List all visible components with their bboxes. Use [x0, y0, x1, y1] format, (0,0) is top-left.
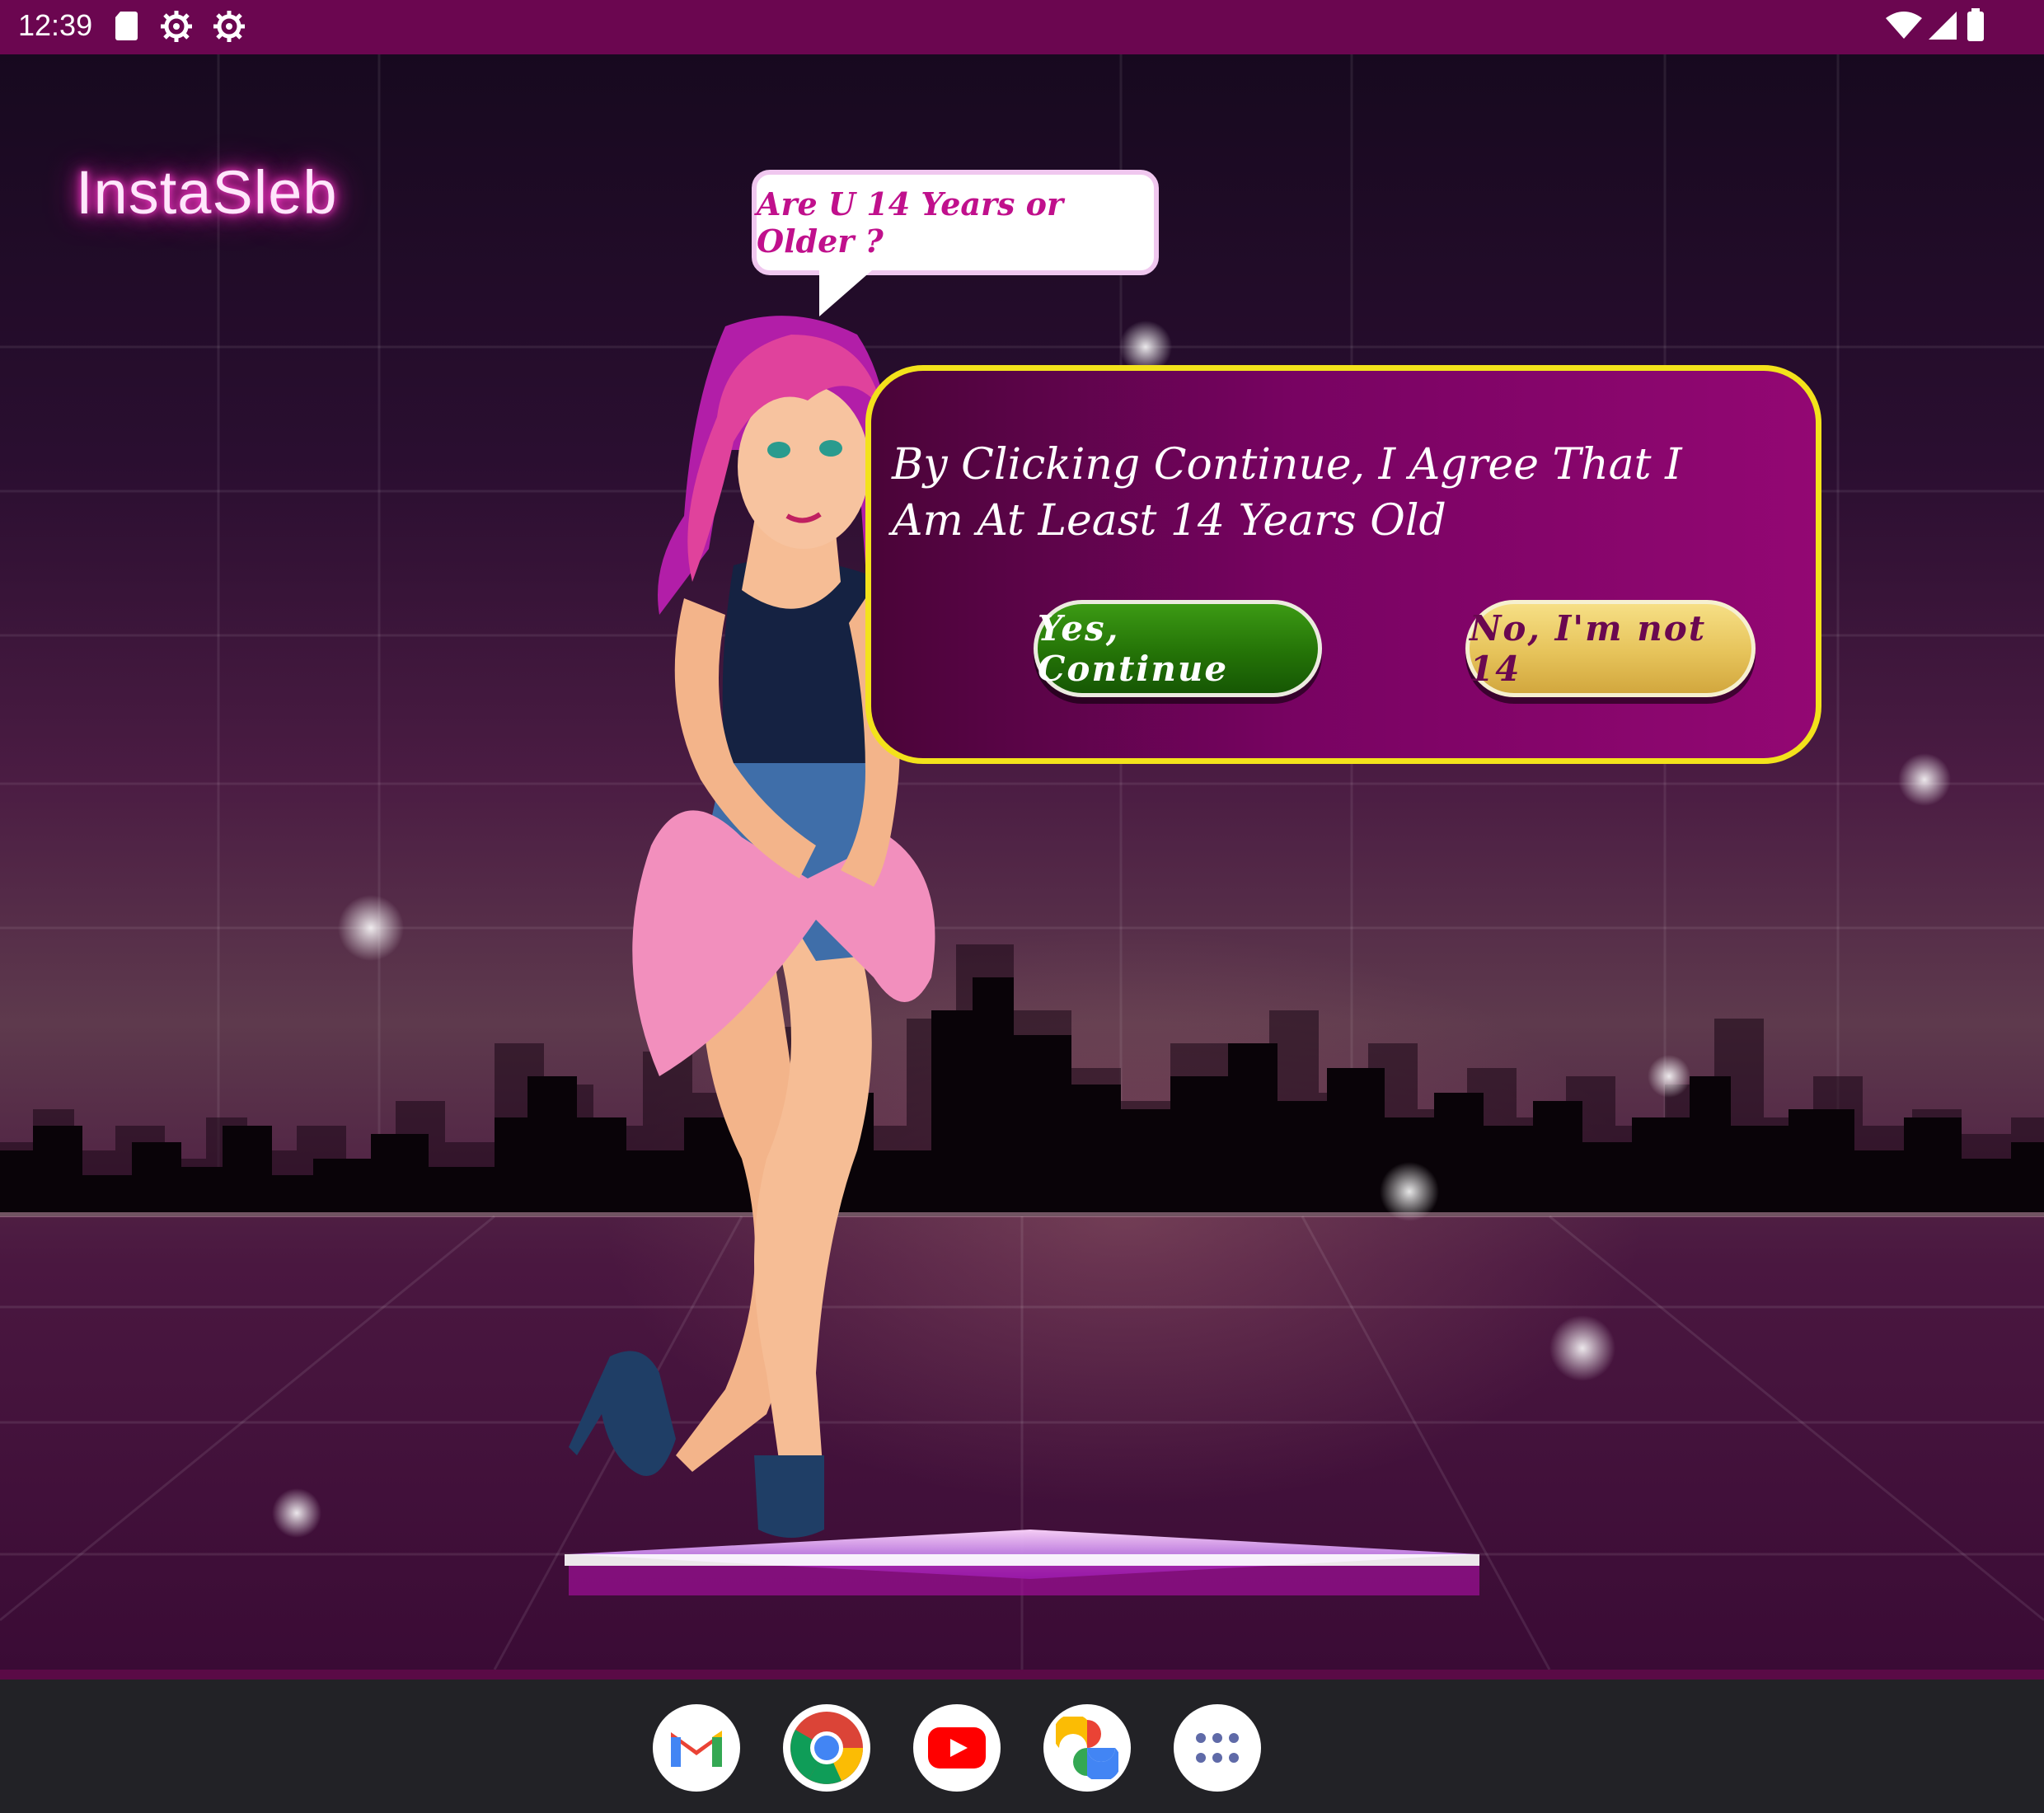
- yes-continue-button[interactable]: Yes, Continue: [1034, 600, 1322, 697]
- speech-bubble: Are U 14 Years or Older ?: [752, 170, 1159, 275]
- settings-gear-icon: [160, 10, 193, 46]
- status-time: 12:39: [18, 8, 93, 42]
- photos-icon[interactable]: [1043, 1704, 1131, 1792]
- battery-icon: [1967, 8, 1985, 45]
- no-not-14-button[interactable]: No, I'm not 14: [1465, 600, 1756, 697]
- age-confirm-dialog: [865, 365, 1821, 764]
- app-drawer-icon[interactable]: [1174, 1704, 1261, 1792]
- speech-bubble-tail: [819, 270, 872, 316]
- wifi-icon: [1886, 12, 1922, 43]
- speech-bubble-text: Are U 14 Years or Older ?: [757, 185, 1064, 260]
- chrome-icon[interactable]: [783, 1704, 870, 1792]
- sd-card-icon: [114, 10, 138, 45]
- dock-divider: [0, 1670, 2044, 1679]
- game-scene: InstaSleb: [0, 54, 2044, 1670]
- youtube-icon[interactable]: [913, 1704, 1001, 1792]
- navigation-dock: [0, 1670, 2044, 1813]
- settings-gear-icon: [213, 10, 246, 46]
- age-confirm-message: By Clicking Continue, I Agree That I Am …: [892, 440, 1682, 546]
- app-logo: InstaSleb: [76, 158, 338, 227]
- city-background-art: [0, 54, 2044, 1670]
- status-bar: 12:39: [0, 0, 2044, 54]
- gmail-icon[interactable]: [653, 1704, 740, 1792]
- cell-signal-icon: [1929, 12, 1957, 43]
